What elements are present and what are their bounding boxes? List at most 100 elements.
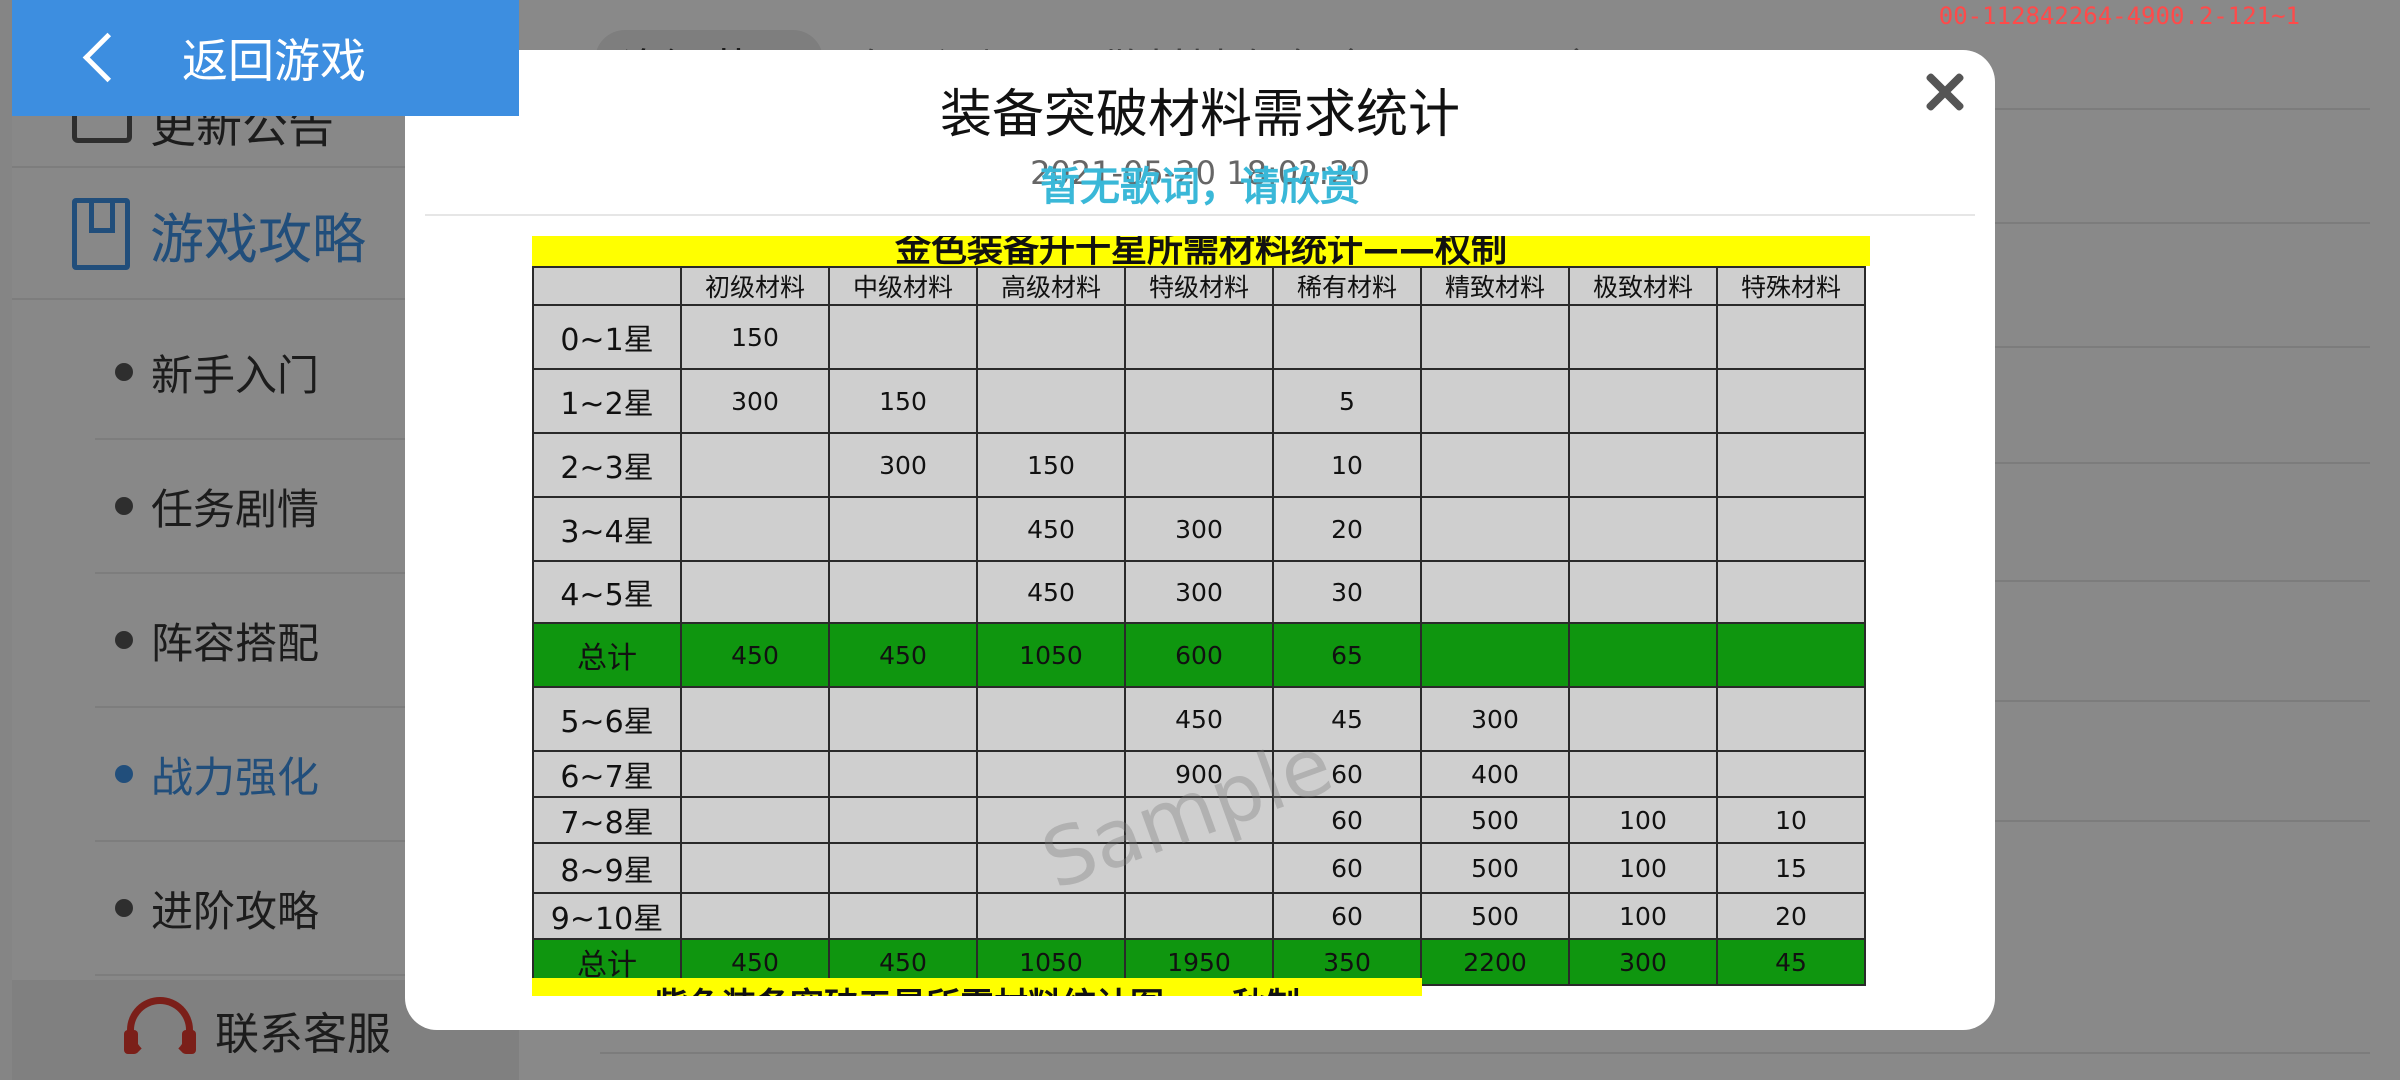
table-cell: 150 [680,304,830,370]
table-row-label: 4~5星 [532,560,682,624]
table-cell: 60 [1272,842,1422,894]
table-cell: 450 [976,496,1126,562]
table-cell: 600 [1124,622,1274,688]
table-row: 4~5星 450 300 30 [532,560,1866,624]
table-cell: 300 [1568,938,1718,986]
table-cell [1124,432,1274,498]
table-cell [1568,622,1718,688]
table-cell [828,496,978,562]
sheet-header-text: 金色装备升十星所需材料统计——权制 [894,236,1507,266]
modal-divider [425,214,1975,216]
table-cell: 60 [1272,892,1422,940]
table-cell: 20 [1716,892,1866,940]
table-column-header: 特殊材料 [1716,266,1866,306]
table-cell [680,432,830,498]
table-column-header: 初级材料 [680,266,830,306]
table-cell: 1050 [976,622,1126,688]
table-cell [828,892,978,940]
table-cell [1568,750,1718,798]
table-cell [1568,368,1718,434]
table-cell [976,750,1126,798]
table-cell [828,560,978,624]
table-cell: 100 [1568,892,1718,940]
table-cell [1716,496,1866,562]
table-cell: 300 [1420,686,1570,752]
table-row: 1~2星 300 150 5 [532,368,1866,434]
table-row: 5~6星 450 45 300 [532,686,1866,752]
table-cell [1420,560,1570,624]
table-column-header: 稀有材料 [1272,266,1422,306]
table-cell [1272,304,1422,370]
table-cell: 5 [1272,368,1422,434]
table-cell: 150 [976,432,1126,498]
table-cell [1716,750,1866,798]
table-cell [680,750,830,798]
material-table: 初级材料 中级材料 高级材料 特级材料 稀有材料 精致材料 极致材料 特殊材料 0~1星 150… [532,266,1866,986]
table-row: 9~10星 60 500 100 20 [532,892,1866,940]
table-cell [976,304,1126,370]
table-cell [828,750,978,798]
table-cell: 150 [828,368,978,434]
table-cell: 500 [1420,842,1570,894]
table-row: 2~3星 300 150 10 [532,432,1866,498]
table-row-label: 8~9星 [532,842,682,894]
table-column-header: 极致材料 [1568,266,1718,306]
table-cell: 450 [828,622,978,688]
table-cell [1568,686,1718,752]
table-cell: 500 [1420,796,1570,844]
table-cell [828,842,978,894]
table-row-label: 9~10星 [532,892,682,940]
table-cell: 300 [1124,560,1274,624]
table-cell [680,842,830,894]
table-cell: 400 [1420,750,1570,798]
table-cell [1716,368,1866,434]
back-label: 返回游戏 [182,34,366,88]
table-cell [680,560,830,624]
table-cell [828,686,978,752]
table-cell [1568,432,1718,498]
back-to-game-button[interactable]: 返回游戏 [12,0,519,116]
table-cell: 100 [1568,842,1718,894]
table-row-label: 5~6星 [532,686,682,752]
table-header-row: 初级材料 中级材料 高级材料 特级材料 稀有材料 精致材料 极致材料 特殊材料 [532,266,1866,306]
table-cell [1124,892,1274,940]
table-cell: 10 [1716,796,1866,844]
table-cell [1124,368,1274,434]
table-cell [1716,686,1866,752]
table-cell [976,892,1126,940]
sheet-header: 金色装备升十星所需材料统计——权制 [532,236,1870,266]
table-cell: 2200 [1420,938,1570,986]
table-cell [828,796,978,844]
table-cell [1716,622,1866,688]
table-cell [680,796,830,844]
table-cell: 300 [680,368,830,434]
table-row: 3~4星 450 300 20 [532,496,1866,562]
table-cell [1716,432,1866,498]
table-cell: 450 [680,622,830,688]
table-column-header: 精致材料 [1420,266,1570,306]
table-cell [1568,560,1718,624]
sheet-footer: 紫色装备突破五星所需材料统计图——秋制 [532,978,1422,996]
table-row: 0~1星 150 [532,304,1866,370]
table-cell: 20 [1272,496,1422,562]
table-cell [1420,622,1570,688]
debug-id: 00-112842264-4900.2-121~1 [1938,2,2300,30]
table-cell: 65 [1272,622,1422,688]
modal-dialog: 装备突破材料需求统计 2021-05-20 18:02:20 暂无歌词，请欣赏 … [405,50,1995,1030]
close-icon[interactable] [1915,62,1975,122]
table-column-header: 高级材料 [976,266,1126,306]
table-cell: 300 [828,432,978,498]
table-cell: 100 [1568,796,1718,844]
table-row-label: 总计 [532,622,682,688]
table-cell [1716,560,1866,624]
table-cell [976,686,1126,752]
table-total-row: 总计 450 450 1050 600 65 [532,622,1866,688]
table-cell: 30 [1272,560,1422,624]
table-column-header: 中级材料 [828,266,978,306]
table-cell [828,304,978,370]
table-cell [680,892,830,940]
table-cell [1568,496,1718,562]
table-cell [1716,304,1866,370]
table-cell [1420,496,1570,562]
table-cell [680,496,830,562]
